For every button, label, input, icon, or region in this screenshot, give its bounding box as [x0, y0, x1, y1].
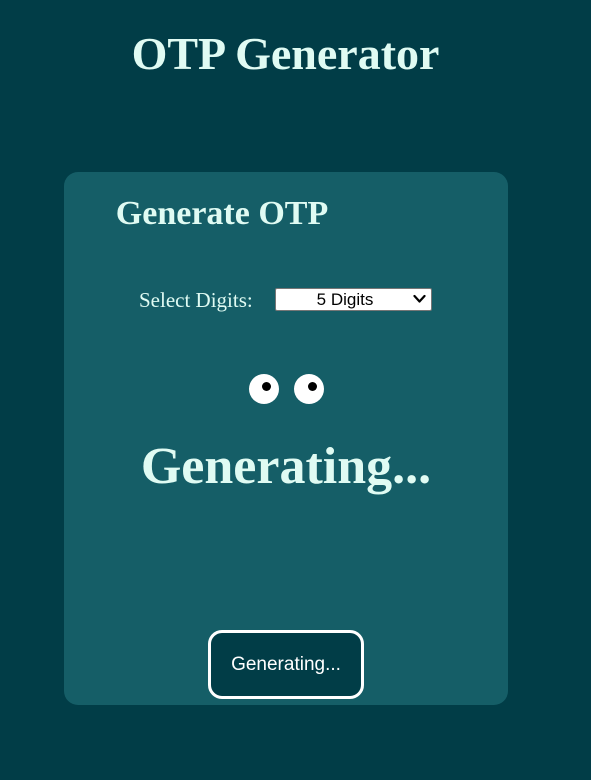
- right-eye-icon: [294, 374, 324, 404]
- digits-select[interactable]: 5 Digits: [275, 288, 432, 311]
- page-title: OTP Generator: [131, 28, 440, 79]
- status-text: Generating...: [140, 438, 432, 495]
- digits-select-value: 5 Digits: [316, 290, 374, 309]
- chevron-down-icon: [413, 294, 426, 303]
- left-eye-icon: [249, 374, 279, 404]
- digits-row: Select Digits: 5 Digits: [0, 286, 591, 314]
- left-pupil: [262, 382, 271, 391]
- card-title: Generate OTP: [115, 195, 329, 232]
- generate-button[interactable]: Generating...: [208, 630, 364, 699]
- digits-label: Select Digits:: [139, 288, 253, 312]
- right-pupil: [308, 382, 317, 391]
